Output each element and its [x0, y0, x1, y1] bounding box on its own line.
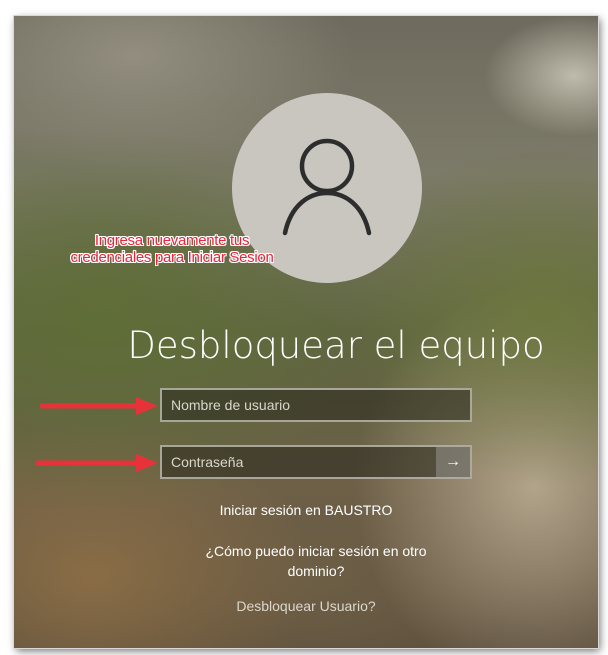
unlock-user-link[interactable]: Desbloquear Usuario? — [14, 598, 598, 614]
annotation-arrow-username — [40, 397, 158, 415]
lock-screen: Ingresa nuevamente tus credenciales para… — [14, 16, 598, 648]
submit-button[interactable]: → — [436, 447, 470, 477]
page-title: Desbloquear el equipo — [127, 324, 545, 367]
other-domain-link[interactable]: ¿Cómo puedo iniciar sesión en otro domin… — [194, 541, 438, 581]
password-field[interactable]: Contraseña → — [160, 445, 472, 479]
username-placeholder: Nombre de usuario — [171, 397, 291, 413]
user-silhouette-icon — [282, 138, 372, 236]
password-placeholder: Contraseña — [171, 454, 244, 470]
arrow-right-icon: → — [445, 453, 461, 470]
sign-in-domain-text: Iniciar sesión en BAUSTRO — [219, 502, 393, 518]
username-field[interactable]: Nombre de usuario — [160, 388, 472, 422]
annotation-arrow-password — [36, 454, 158, 472]
instruction-annotation: Ingresa nuevamente tus credenciales para… — [70, 232, 274, 266]
